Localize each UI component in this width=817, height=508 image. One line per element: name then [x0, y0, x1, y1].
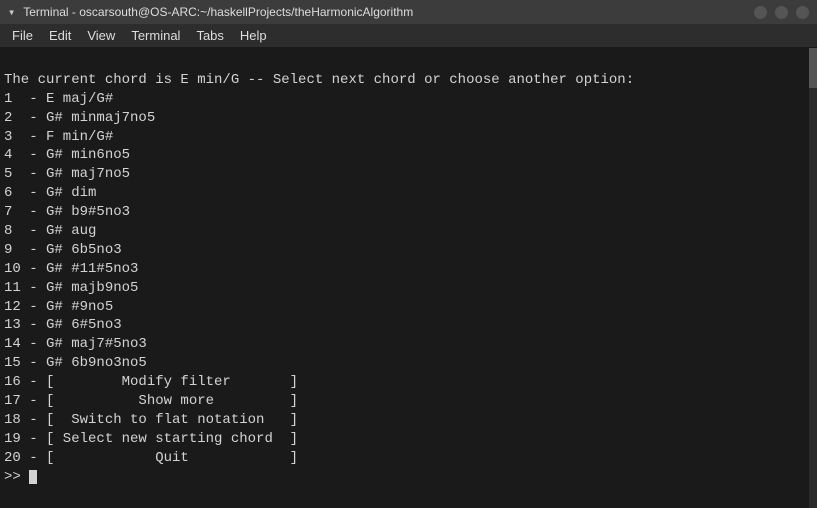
- terminal-line-20: 20 - [ Quit ]: [4, 449, 813, 468]
- chevron-icon[interactable]: ▾: [8, 5, 15, 20]
- menu-item-view[interactable]: View: [79, 26, 123, 45]
- terminal-line-11: 11 - G# majb9no5: [4, 279, 813, 298]
- terminal-line-2: 2 - G# minmaj7no5: [4, 109, 813, 128]
- terminal-line-9: 9 - G# 6b5no3: [4, 241, 813, 260]
- terminal-line-3: 3 - F min/G#: [4, 128, 813, 147]
- terminal-prompt[interactable]: >>: [4, 468, 813, 487]
- terminal-line-16: 16 - [ Modify filter ]: [4, 373, 813, 392]
- terminal-line-10: 10 - G# #11#5no3: [4, 260, 813, 279]
- terminal-line-12: 12 - G# #9no5: [4, 298, 813, 317]
- terminal-line-19: 19 - [ Select new starting chord ]: [4, 430, 813, 449]
- terminal-header: The current chord is E min/G -- Select n…: [4, 71, 813, 90]
- menu-item-file[interactable]: File: [4, 26, 41, 45]
- terminal-line-8: 8 - G# aug: [4, 222, 813, 241]
- window-controls: [754, 6, 809, 19]
- title-bar: ▾ Terminal - oscarsouth@OS-ARC:~/haskell…: [0, 0, 817, 24]
- terminal-line-13: 13 - G# 6#5no3: [4, 316, 813, 335]
- terminal-line-15: 15 - G# 6b9no3no5: [4, 354, 813, 373]
- menu-item-edit[interactable]: Edit: [41, 26, 79, 45]
- terminal-line-5: 5 - G# maj7no5: [4, 165, 813, 184]
- terminal-line-14: 14 - G# maj7#5no3: [4, 335, 813, 354]
- terminal-line-6: 6 - G# dim: [4, 184, 813, 203]
- close-button[interactable]: [796, 6, 809, 19]
- terminal-content[interactable]: The current chord is E min/G -- Select n…: [0, 48, 817, 508]
- maximize-button[interactable]: [775, 6, 788, 19]
- menu-bar: FileEditViewTerminalTabsHelp: [0, 24, 817, 48]
- window-title: Terminal - oscarsouth@OS-ARC:~/haskellPr…: [23, 5, 413, 19]
- terminal-line-7: 7 - G# b9#5no3: [4, 203, 813, 222]
- terminal-line-4: 4 - G# min6no5: [4, 146, 813, 165]
- menu-item-tabs[interactable]: Tabs: [188, 26, 231, 45]
- menu-item-help[interactable]: Help: [232, 26, 275, 45]
- scrollbar-thumb[interactable]: [809, 48, 817, 88]
- terminal-cursor: [29, 470, 37, 484]
- terminal-line-18: 18 - [ Switch to flat notation ]: [4, 411, 813, 430]
- title-bar-left: ▾ Terminal - oscarsouth@OS-ARC:~/haskell…: [8, 5, 413, 20]
- terminal-line-17: 17 - [ Show more ]: [4, 392, 813, 411]
- prompt-symbol: >>: [4, 468, 29, 487]
- minimize-button[interactable]: [754, 6, 767, 19]
- terminal-line-1: 1 - E maj/G#: [4, 90, 813, 109]
- scrollbar[interactable]: [809, 48, 817, 508]
- menu-item-terminal[interactable]: Terminal: [123, 26, 188, 45]
